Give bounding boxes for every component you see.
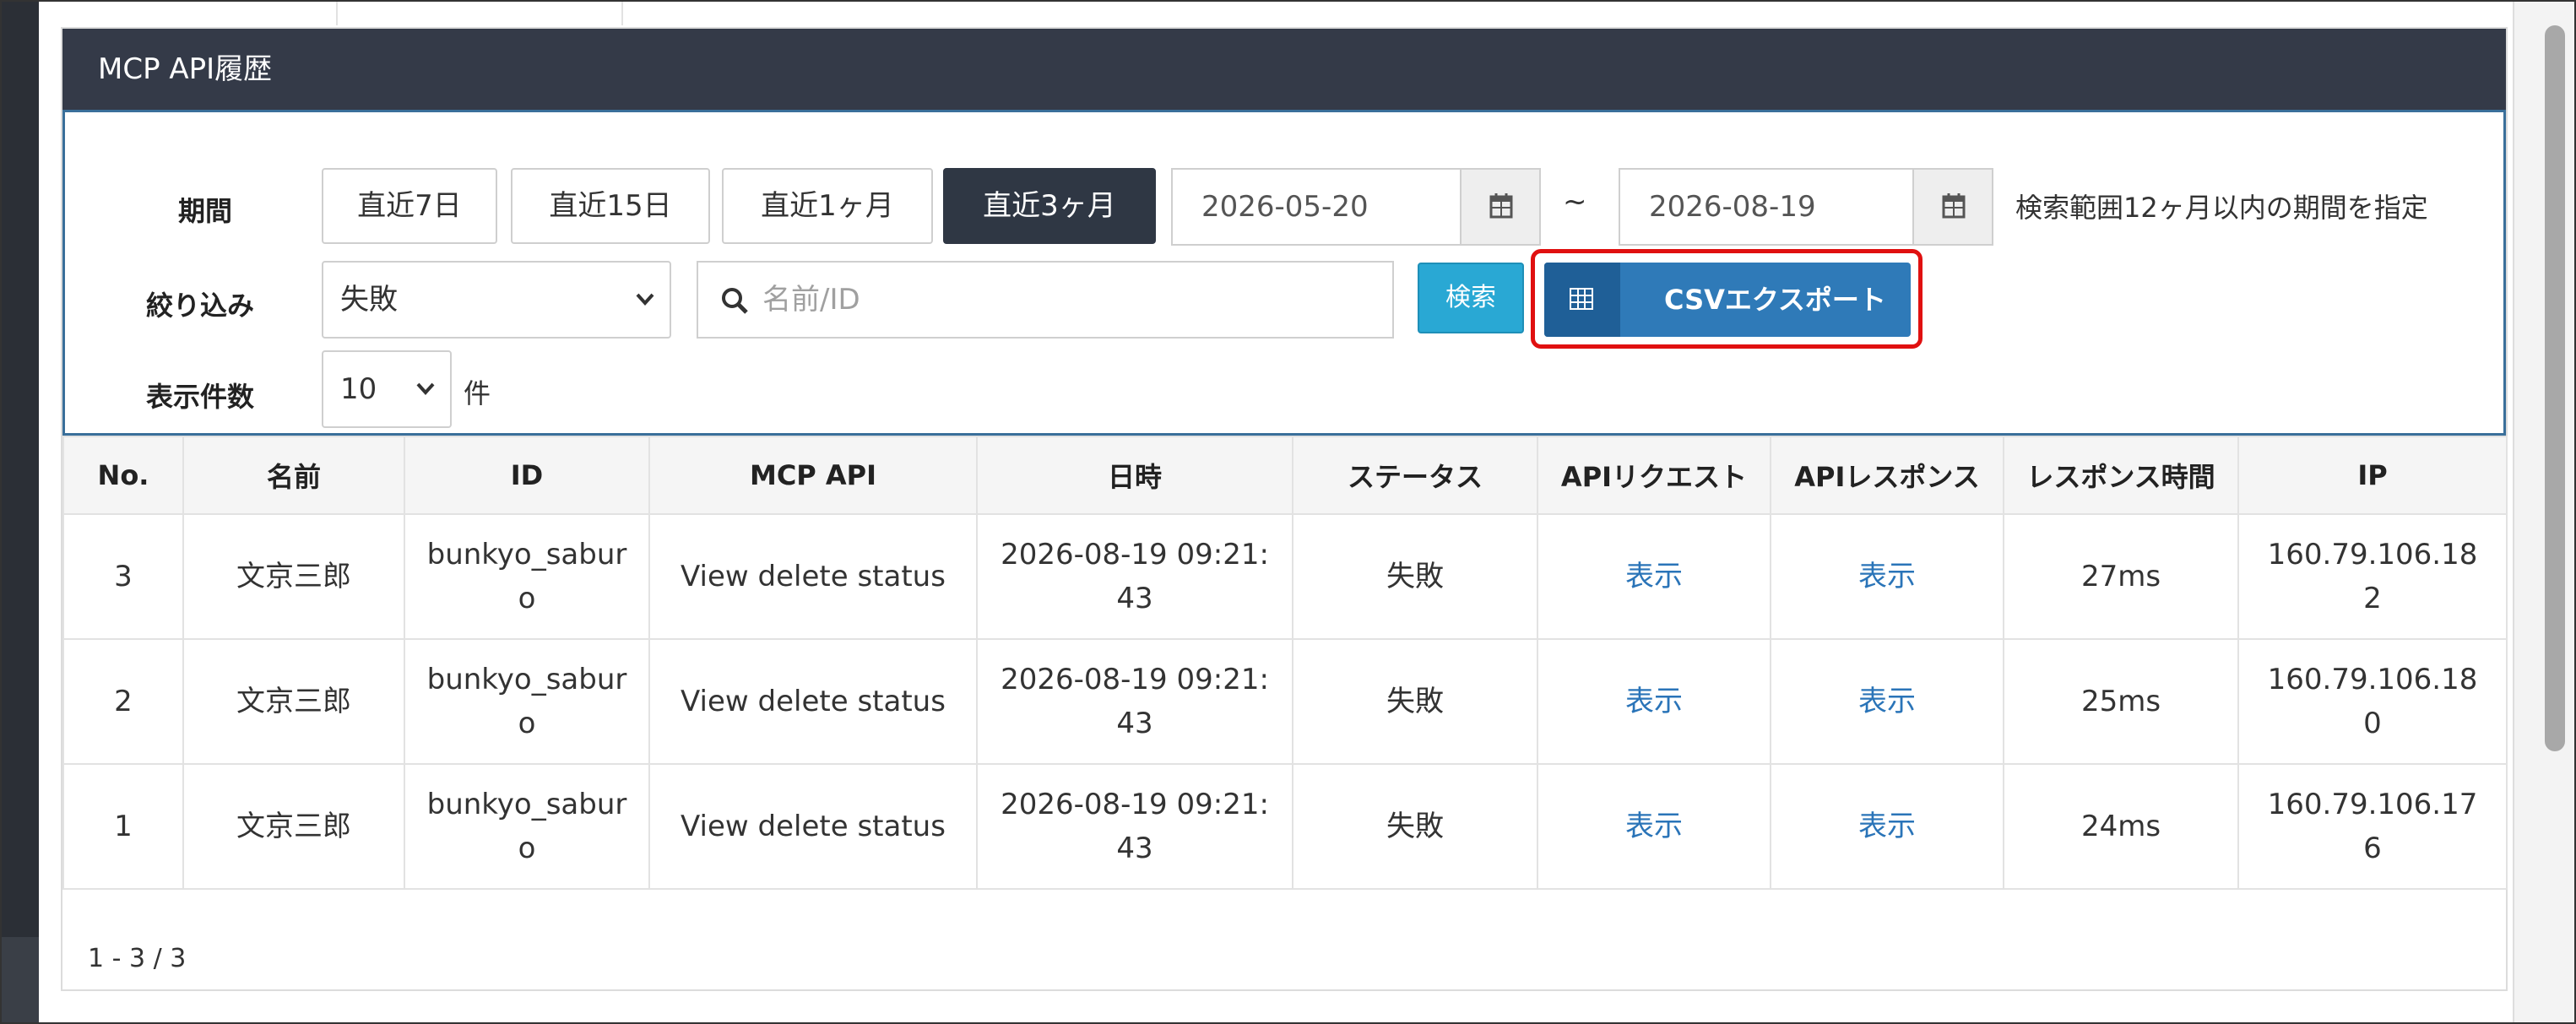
col-header-api-response[interactable]: APIレスポンス	[1770, 436, 2004, 515]
status-filter-select[interactable]: 失敗	[322, 261, 671, 339]
cell-mcp-api: View delete status	[648, 513, 978, 640]
top-tab-area	[39, 0, 2538, 27]
mcp-api-history-panel: MCP API履歴 期間 直近7日 直近15日 直近1ヶ月 直近3ヶ月 2026…	[61, 27, 2508, 991]
col-header-datetime[interactable]: 日時	[976, 436, 1293, 515]
chevron-down-icon	[636, 293, 654, 306]
col-header-id[interactable]: ID	[404, 436, 650, 515]
cell-mcp-api: View delete status	[648, 638, 978, 765]
cell-datetime: 2026-08-19 09:21:43	[976, 638, 1293, 765]
search-field[interactable]	[697, 261, 1394, 339]
period-15days-button[interactable]: 直近15日	[511, 168, 710, 244]
date-from-value: 2026-05-20	[1201, 190, 1369, 224]
left-sidebar-edge	[0, 0, 39, 1024]
cell-datetime: 2026-08-19 09:21:43	[976, 513, 1293, 640]
calendar-icon[interactable]	[1912, 170, 1992, 244]
period-1month-button[interactable]: 直近1ヶ月	[722, 168, 933, 244]
period-label: 期間	[178, 195, 233, 227]
search-input[interactable]	[762, 266, 1353, 333]
date-range-separator: ~	[1563, 185, 1587, 219]
api-request-link[interactable]: 表示	[1537, 638, 1771, 765]
count-unit: 件	[464, 377, 491, 409]
cell-no: 2	[62, 638, 184, 765]
api-request-link[interactable]: 表示	[1537, 513, 1771, 640]
cell-status: 失敗	[1292, 513, 1538, 640]
cell-datetime: 2026-08-19 09:21:43	[976, 763, 1293, 890]
cell-mcp-api: View delete status	[648, 763, 978, 890]
status-filter-value: 失敗	[340, 283, 398, 317]
cell-id: bunkyo_saburo	[404, 638, 650, 765]
calendar-icon[interactable]	[1460, 170, 1539, 244]
panel-title: MCP API履歴	[62, 29, 2506, 110]
col-header-ip[interactable]: IP	[2237, 436, 2508, 515]
filter-label: 絞り込み	[146, 290, 255, 322]
cell-status: 失敗	[1292, 763, 1538, 890]
table-row: 2 文京三郎 bunkyo_saburo View delete status …	[62, 638, 2508, 765]
date-to-field[interactable]: 2026-08-19	[1619, 168, 1993, 246]
cell-name: 文京三郎	[182, 763, 405, 890]
cell-status: 失敗	[1292, 638, 1538, 765]
page-size-select[interactable]: 10	[322, 350, 452, 428]
cell-ip: 160.79.106.180	[2237, 638, 2508, 765]
tab-divider	[621, 0, 623, 25]
page-size-value: 10	[340, 372, 377, 406]
col-header-api-request[interactable]: APIリクエスト	[1537, 436, 1771, 515]
pagination-summary: 1 - 3 / 3	[88, 944, 187, 973]
cell-response-time: 24ms	[2003, 763, 2239, 890]
cell-name: 文京三郎	[182, 513, 405, 640]
csv-export-button[interactable]: CSVエクスポート	[1544, 263, 1911, 337]
period-3months-button[interactable]: 直近3ヶ月	[943, 168, 1156, 244]
cell-id: bunkyo_saburo	[404, 763, 650, 890]
count-label: 表示件数	[146, 381, 255, 413]
period-7days-button[interactable]: 直近7日	[322, 168, 497, 244]
cell-no: 1	[62, 763, 184, 890]
filter-box: 期間 直近7日 直近15日 直近1ヶ月 直近3ヶ月 2026-05-20 ~ 2…	[62, 110, 2506, 436]
scrollbar-thumb[interactable]	[2545, 25, 2565, 751]
tab-divider	[336, 0, 338, 25]
cell-name: 文京三郎	[182, 638, 405, 765]
api-response-link[interactable]: 表示	[1770, 513, 2004, 640]
date-to-value: 2026-08-19	[1649, 190, 1816, 224]
cell-id: bunkyo_saburo	[404, 513, 650, 640]
api-response-link[interactable]: 表示	[1770, 638, 2004, 765]
cell-ip: 160.79.106.182	[2237, 513, 2508, 640]
cell-response-time: 25ms	[2003, 638, 2239, 765]
api-request-link[interactable]: 表示	[1537, 763, 1771, 890]
table-icon	[1544, 263, 1620, 337]
search-icon	[722, 288, 748, 314]
table-row: 1 文京三郎 bunkyo_saburo View delete status …	[62, 763, 2508, 890]
api-response-link[interactable]: 表示	[1770, 763, 2004, 890]
table-row: 3 文京三郎 bunkyo_saburo View delete status …	[62, 513, 2508, 640]
search-button[interactable]: 検索	[1418, 263, 1524, 333]
chevron-down-icon	[416, 382, 435, 395]
date-from-field[interactable]: 2026-05-20	[1171, 168, 1541, 246]
history-table: No. 名前 ID MCP API 日時 ステータス APIリクエスト APIレ…	[62, 436, 2508, 890]
csv-export-label: CSVエクスポート	[1664, 284, 1886, 316]
cell-response-time: 27ms	[2003, 513, 2239, 640]
range-note: 検索範囲12ヶ月以内の期間を指定	[2015, 192, 2428, 224]
cell-ip: 160.79.106.176	[2237, 763, 2508, 890]
table-header-row: No. 名前 ID MCP API 日時 ステータス APIリクエスト APIレ…	[62, 436, 2508, 515]
left-sidebar-edge-lower	[0, 937, 39, 1024]
cell-no: 3	[62, 513, 184, 640]
col-header-mcp-api[interactable]: MCP API	[648, 436, 978, 515]
col-header-name[interactable]: 名前	[182, 436, 405, 515]
col-header-response-time[interactable]: レスポンス時間	[2003, 436, 2239, 515]
col-header-status[interactable]: ステータス	[1292, 436, 1538, 515]
col-header-no[interactable]: No.	[62, 436, 184, 515]
